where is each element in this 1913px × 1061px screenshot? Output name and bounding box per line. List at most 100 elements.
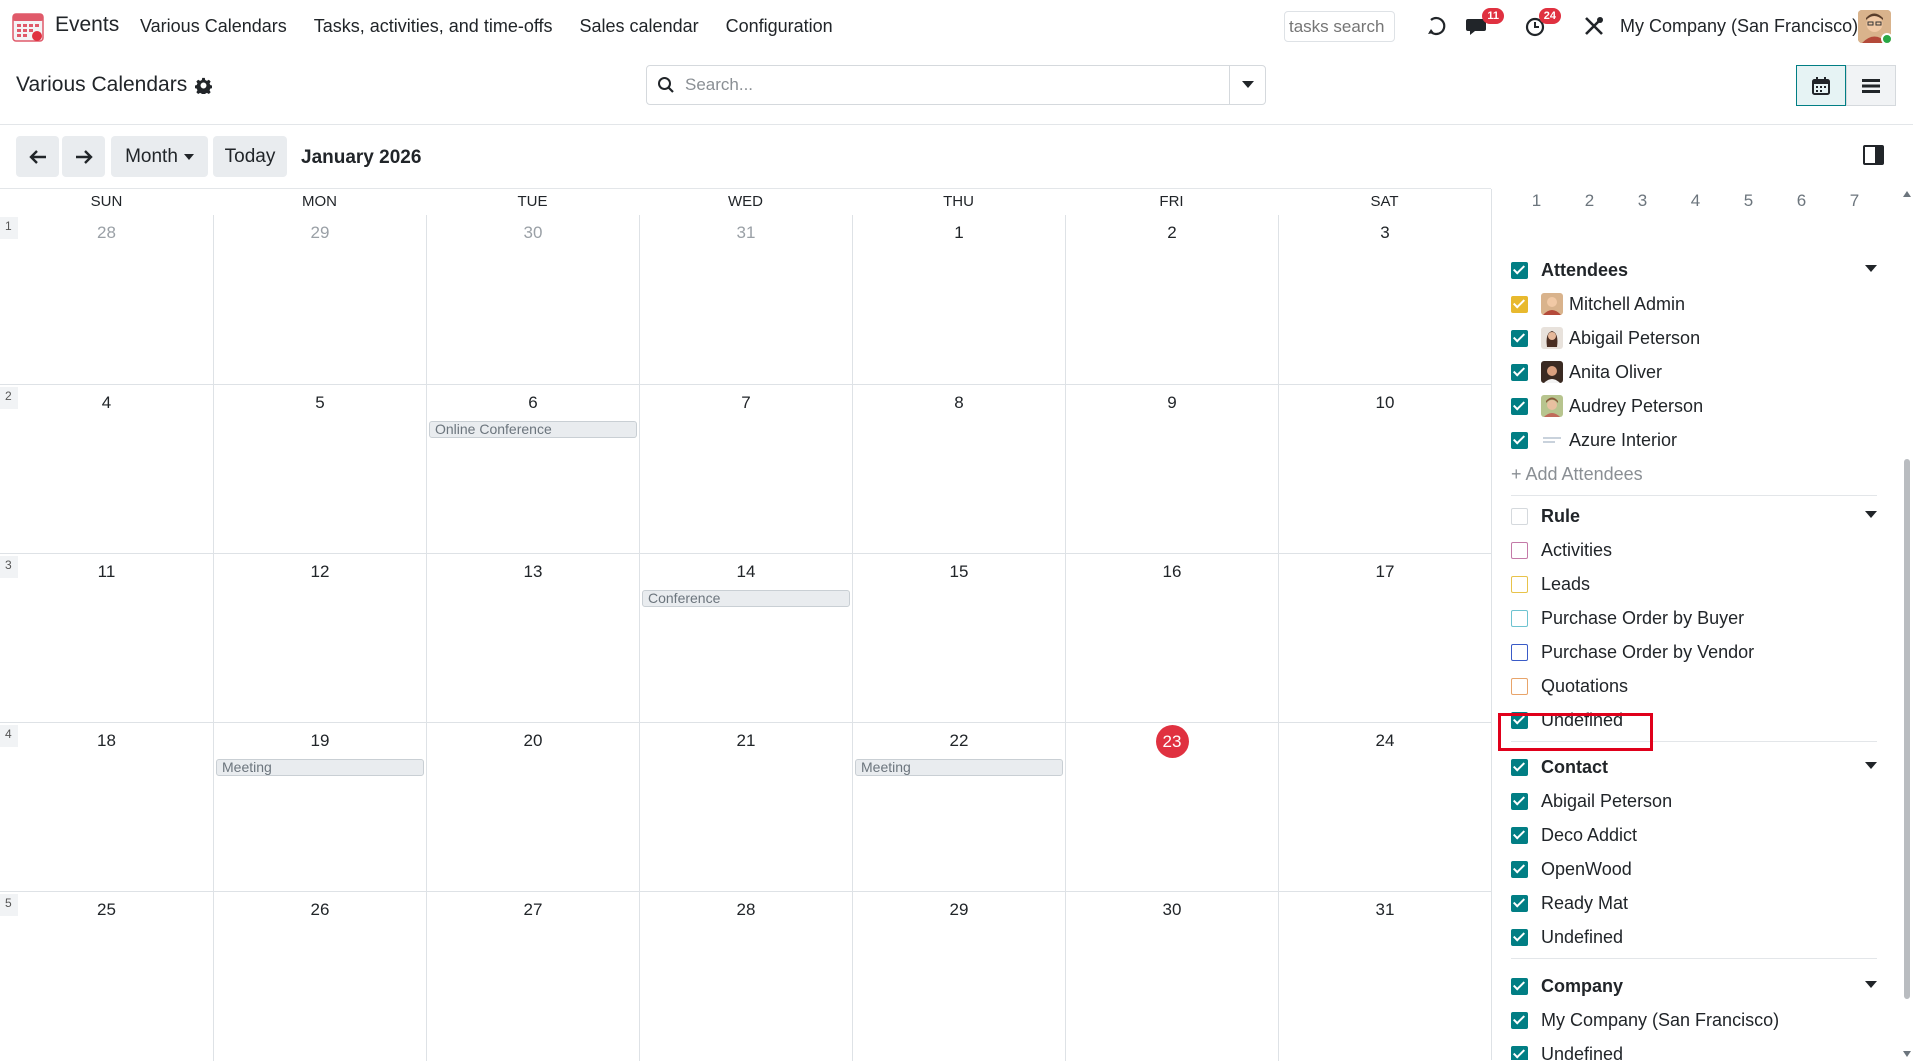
mini-calendar-day[interactable]: 4 (1669, 191, 1722, 211)
attendees-all-checkbox[interactable] (1511, 261, 1528, 279)
sidebar-scrollbar[interactable] (1901, 189, 1913, 1060)
activity-clock-icon[interactable]: 24 (1521, 8, 1561, 40)
day-cell[interactable]: 26 (213, 892, 426, 1061)
contact-checkbox[interactable] (1511, 894, 1528, 912)
company-header[interactable]: Company (1511, 969, 1877, 1003)
company-all-checkbox[interactable] (1511, 977, 1528, 995)
day-cell[interactable]: 4 (0, 385, 213, 554)
day-cell[interactable]: 29 (213, 215, 426, 384)
user-avatar[interactable] (1858, 10, 1891, 43)
caret-down-icon[interactable] (1865, 265, 1877, 272)
mini-calendar-day[interactable]: 1 (1510, 191, 1563, 211)
contact-filter[interactable]: Abigail Peterson (1511, 784, 1877, 818)
contact-checkbox[interactable] (1511, 792, 1528, 810)
contact-all-checkbox[interactable] (1511, 758, 1528, 776)
day-cell[interactable]: 31 (639, 215, 852, 384)
contact-checkbox[interactable] (1511, 826, 1528, 844)
day-cell[interactable]: 3 (1278, 215, 1491, 384)
attendee-checkbox[interactable] (1511, 397, 1528, 415)
scale-dropdown[interactable]: Month (111, 136, 208, 177)
event-meeting[interactable]: Meeting (855, 759, 1063, 776)
day-cell[interactable]: 12 (213, 554, 426, 723)
day-cell[interactable]: 20 (426, 723, 639, 892)
app-name[interactable]: Events (55, 13, 119, 37)
contact-filter[interactable]: OpenWood (1511, 852, 1877, 886)
attendee-filter[interactable]: Abigail Peterson (1511, 321, 1877, 355)
day-cell[interactable]: 16 (1065, 554, 1278, 723)
day-cell[interactable]: 10 (1278, 385, 1491, 554)
day-cell-today[interactable]: 23 (1065, 723, 1278, 892)
scroll-up-icon[interactable] (1903, 191, 1911, 197)
event-online-conference[interactable]: Online Conference (429, 421, 637, 438)
mini-calendar-day[interactable]: 6 (1775, 191, 1828, 211)
day-cell[interactable]: 19 Meeting (213, 723, 426, 892)
company-switcher[interactable]: My Company (San Francisco) (1620, 16, 1858, 37)
day-cell[interactable]: 24 (1278, 723, 1491, 892)
company-filter[interactable]: Undefined (1511, 1037, 1877, 1060)
rule-filter[interactable]: Leads (1511, 567, 1877, 601)
rule-checkbox[interactable] (1511, 677, 1528, 695)
rule-filter[interactable]: Quotations (1511, 669, 1877, 703)
day-cell[interactable]: 9 (1065, 385, 1278, 554)
rule-header[interactable]: Rule (1511, 499, 1877, 533)
attendee-filter[interactable]: Azure Interior (1511, 423, 1877, 457)
caret-down-icon[interactable] (1865, 511, 1877, 518)
gear-icon[interactable] (195, 77, 213, 94)
calendar-view-button[interactable] (1796, 65, 1846, 106)
rule-filter[interactable]: Purchase Order by Vendor (1511, 635, 1877, 669)
company-checkbox[interactable] (1511, 1045, 1528, 1060)
attendee-filter[interactable]: Audrey Peterson (1511, 389, 1877, 423)
contact-filter[interactable]: Ready Mat (1511, 886, 1877, 920)
mini-calendar-day[interactable]: 7 (1828, 191, 1881, 211)
contact-checkbox[interactable] (1511, 860, 1528, 878)
event-meeting[interactable]: Meeting (216, 759, 424, 776)
day-cell[interactable]: 17 (1278, 554, 1491, 723)
refresh-icon[interactable] (1423, 12, 1451, 40)
contact-filter[interactable]: Deco Addict (1511, 818, 1877, 852)
day-cell[interactable]: 18 (0, 723, 213, 892)
attendees-header[interactable]: Attendees (1511, 253, 1877, 287)
day-cell[interactable]: 27 (426, 892, 639, 1061)
mini-calendar-day[interactable]: 2 (1563, 191, 1616, 211)
search-input[interactable]: Search... (685, 75, 1229, 95)
menu-configuration[interactable]: Configuration (726, 16, 833, 37)
attendee-checkbox[interactable] (1511, 363, 1528, 381)
caret-down-icon[interactable] (1865, 981, 1877, 988)
calendar-app-icon[interactable] (12, 10, 44, 42)
messages-icon[interactable]: 11 (1464, 8, 1504, 40)
attendee-checkbox[interactable] (1511, 329, 1528, 347)
caret-down-icon[interactable] (1865, 762, 1877, 769)
rule-filter[interactable]: Purchase Order by Buyer (1511, 601, 1877, 635)
day-cell[interactable]: 30 (426, 215, 639, 384)
day-cell[interactable]: 21 (639, 723, 852, 892)
company-filter[interactable]: My Company (San Francisco) (1511, 1003, 1877, 1037)
day-cell[interactable]: 13 (426, 554, 639, 723)
day-cell[interactable]: 28 (639, 892, 852, 1061)
rule-all-checkbox[interactable] (1511, 507, 1528, 525)
company-checkbox[interactable] (1511, 1011, 1528, 1029)
day-cell[interactable]: 7 (639, 385, 852, 554)
rule-filter[interactable]: Activities (1511, 533, 1877, 567)
rule-checkbox[interactable] (1511, 541, 1528, 559)
day-cell[interactable]: 15 (852, 554, 1065, 723)
day-cell[interactable]: 31 (1278, 892, 1491, 1061)
contact-header[interactable]: Contact (1511, 750, 1877, 784)
mini-calendar-day[interactable]: 5 (1722, 191, 1775, 211)
day-cell[interactable]: 29 (852, 892, 1065, 1061)
day-cell[interactable]: 2 (1065, 215, 1278, 384)
tools-icon[interactable] (1580, 12, 1608, 40)
scroll-thumb[interactable] (1904, 459, 1910, 999)
day-cell[interactable]: 30 (1065, 892, 1278, 1061)
day-cell[interactable]: 11 (0, 554, 213, 723)
today-button[interactable]: Today (213, 136, 287, 177)
rule-checkbox[interactable] (1511, 609, 1528, 627)
menu-tasks-activities[interactable]: Tasks, activities, and time-offs (314, 16, 553, 37)
search-options-toggle[interactable] (1229, 66, 1265, 104)
rule-checkbox[interactable] (1511, 643, 1528, 661)
day-cell[interactable]: 25 (0, 892, 213, 1061)
attendee-checkbox[interactable] (1511, 295, 1528, 313)
previous-button[interactable] (16, 136, 59, 177)
day-cell[interactable]: 14 Conference (639, 554, 852, 723)
add-attendees-link[interactable]: + Add Attendees (1511, 457, 1877, 491)
toggle-sidebar-icon[interactable] (1863, 145, 1885, 165)
